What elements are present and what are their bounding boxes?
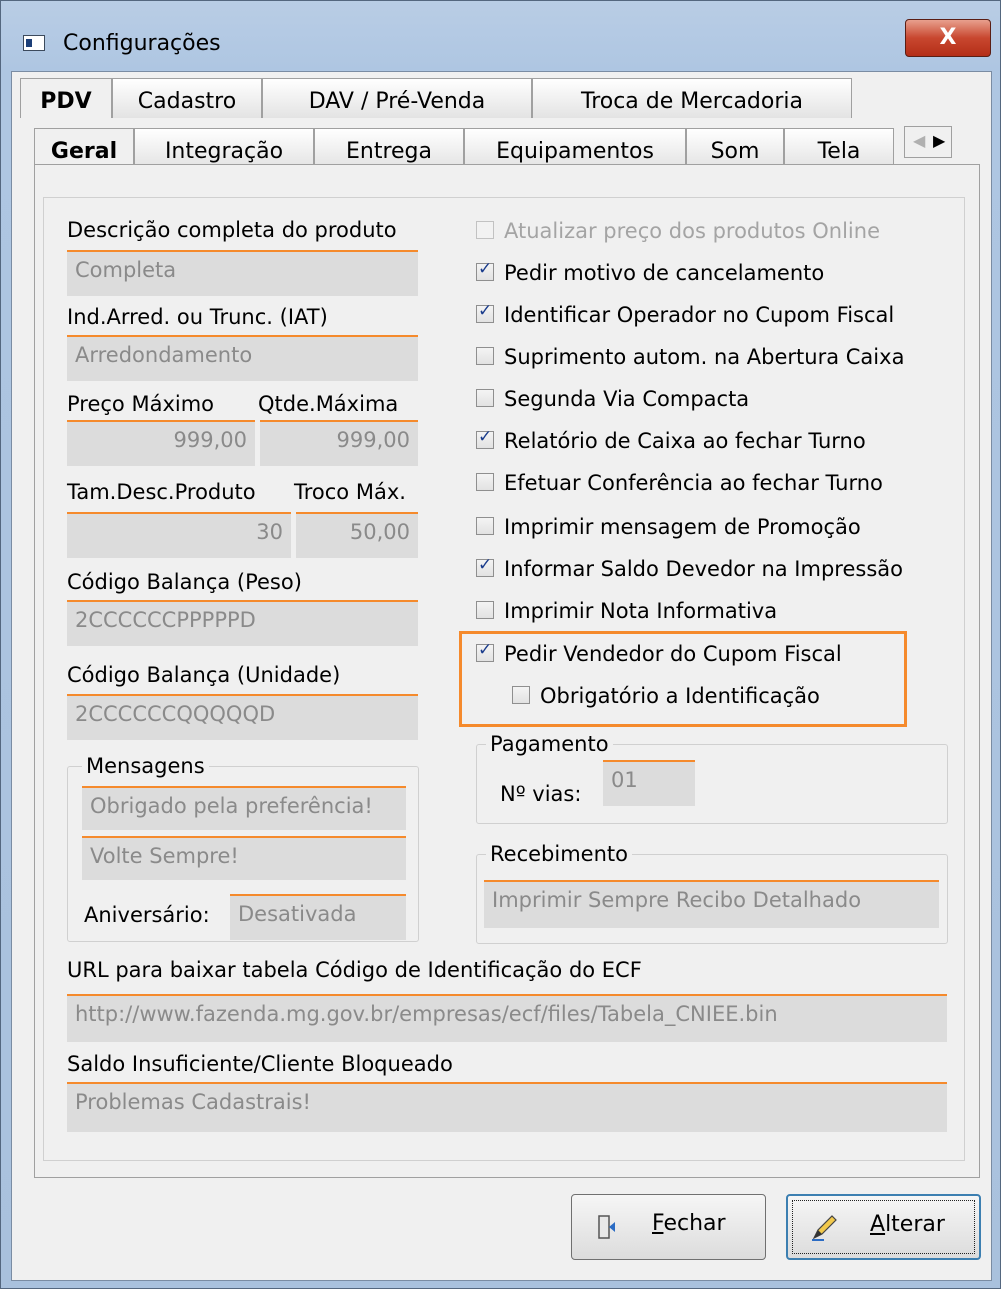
arrow-left-icon[interactable]: ◀ <box>913 131 925 150</box>
troco-max-field[interactable]: 50,00 <box>296 512 418 558</box>
checkbox-imprimir-nota-informativa[interactable]: Imprimir Nota Informativa <box>476 599 777 627</box>
descricao-label: Descrição completa do produto <box>67 218 397 242</box>
qtde-max-label: Qtde.Máxima <box>258 392 399 416</box>
iat-field[interactable]: Arredondamento <box>67 335 418 381</box>
cod-unid-field[interactable]: 2CCCCCCQQQQQD <box>67 694 418 740</box>
tab-scroll-arrows[interactable]: ◀ ▶ <box>904 126 952 158</box>
checkbox-box[interactable] <box>476 473 494 491</box>
checkbox-box[interactable] <box>476 221 494 239</box>
tab-troca-mercadoria[interactable]: Troca de Mercadoria <box>532 78 852 118</box>
url-field[interactable]: http://www.fazenda.mg.gov.br/empresas/ec… <box>67 994 947 1042</box>
checkbox-label: Efetuar Conferência ao fechar Turno <box>504 471 883 495</box>
checkbox-box[interactable] <box>476 555 494 577</box>
pencil-icon <box>812 1215 837 1241</box>
checkbox-label: Segunda Via Compacta <box>504 387 750 411</box>
checkbox-box[interactable] <box>476 517 494 535</box>
tab-tela[interactable]: Tela <box>784 128 894 168</box>
tab-equipamentos[interactable]: Equipamentos <box>464 128 686 168</box>
close-button[interactable]: X <box>905 19 991 57</box>
preco-max-field[interactable]: 999,00 <box>67 420 255 466</box>
checkbox-atualizar-preco-online[interactable]: Atualizar preço dos produtos Online <box>476 219 880 247</box>
tab-integracao[interactable]: Integração <box>134 128 314 168</box>
recebimento-title: Recebimento <box>486 842 632 866</box>
vias-label: Nº vias: <box>500 782 582 806</box>
checkbox-obrigatorio-identificacao[interactable]: Obrigatório a Identificação <box>512 684 820 712</box>
checkbox-label: Informar Saldo Devedor na Impressão <box>504 557 903 581</box>
tab-geral[interactable]: Geral <box>34 128 134 168</box>
checkbox-box[interactable] <box>512 686 530 704</box>
checkbox-label: Obrigatório a Identificação <box>540 684 820 708</box>
checkbox-relatorio-caixa[interactable]: Relatório de Caixa ao fechar Turno <box>476 427 866 457</box>
title-bar: Configurações X <box>1 1 1001 71</box>
fechar-rest: echar <box>663 1211 726 1236</box>
vias-field[interactable]: 01 <box>603 760 695 806</box>
saldo-field[interactable]: Problemas Cadastrais! <box>67 1082 947 1132</box>
window-icon <box>23 35 45 51</box>
alterar-button[interactable]: Alterar <box>786 1194 981 1260</box>
qtde-max-field[interactable]: 999,00 <box>260 420 418 466</box>
cod-peso-label: Código Balança (Peso) <box>67 570 302 594</box>
alterar-mnemonic: A <box>870 1212 886 1237</box>
mensagens-title: Mensagens <box>82 754 209 778</box>
window-title: Configurações <box>63 31 221 56</box>
iat-label: Ind.Arred. ou Trunc. (IAT) <box>67 305 328 329</box>
checkbox-label: Suprimento autom. na Abertura Caixa <box>504 345 905 369</box>
alterar-label: Alterar <box>870 1212 945 1237</box>
cod-unid-label: Código Balança (Unidade) <box>67 663 341 687</box>
tam-desc-field[interactable]: 30 <box>67 512 291 558</box>
checkbox-label: Identificar Operador no Cupom Fiscal <box>504 303 895 327</box>
checkbox-suprimento-automatico[interactable]: Suprimento autom. na Abertura Caixa <box>476 345 904 373</box>
aniversario-field[interactable]: Desativada <box>230 894 406 940</box>
descricao-field[interactable]: Completa <box>67 250 418 296</box>
checkbox-label: Pedir Vendedor do Cupom Fiscal <box>504 642 842 666</box>
checkbox-label: Relatório de Caixa ao fechar Turno <box>504 429 866 453</box>
cod-peso-field[interactable]: 2CCCCCCPPPPPD <box>67 600 418 646</box>
checkbox-identificar-operador[interactable]: Identificar Operador no Cupom Fiscal <box>476 301 895 331</box>
checkbox-label: Imprimir mensagem de Promoção <box>504 515 861 539</box>
checkbox-box[interactable] <box>476 389 494 407</box>
checkbox-pedir-vendedor[interactable]: Pedir Vendedor do Cupom Fiscal <box>476 640 842 670</box>
arrow-right-icon[interactable]: ▶ <box>933 131 945 150</box>
checkbox-label: Atualizar preço dos produtos Online <box>504 219 880 243</box>
fechar-label: Fechar <box>652 1211 726 1236</box>
checkbox-box[interactable] <box>476 259 494 281</box>
exit-door-icon <box>598 1215 615 1239</box>
checkbox-pedir-motivo-cancelamento[interactable]: Pedir motivo de cancelamento <box>476 259 825 289</box>
tab-entrega[interactable]: Entrega <box>314 128 464 168</box>
checkbox-segunda-via-compacta[interactable]: Segunda Via Compacta <box>476 387 749 415</box>
fechar-mnemonic: F <box>652 1211 664 1236</box>
checkbox-label: Imprimir Nota Informativa <box>504 599 778 623</box>
mensagem-2-field[interactable]: Volte Sempre! <box>82 836 406 880</box>
checkbox-imprimir-promocao[interactable]: Imprimir mensagem de Promoção <box>476 515 861 543</box>
checkbox-box[interactable] <box>476 347 494 365</box>
alterar-rest: lterar <box>885 1212 945 1237</box>
tab-dav-pre-venda[interactable]: DAV / Pré-Venda <box>262 78 532 118</box>
mensagem-1-field[interactable]: Obrigado pela preferência! <box>82 786 406 830</box>
preco-max-label: Preço Máximo <box>67 392 215 416</box>
checkbox-box[interactable] <box>476 427 494 449</box>
aniversario-label: Aniversário: <box>84 903 210 927</box>
tab-som[interactable]: Som <box>686 128 784 168</box>
tab-pdv[interactable]: PDV <box>20 78 112 118</box>
checkbox-label: Pedir motivo de cancelamento <box>504 261 825 285</box>
tab-cadastro[interactable]: Cadastro <box>112 78 262 118</box>
url-label: URL para baixar tabela Código de Identif… <box>67 958 642 982</box>
checkbox-box[interactable] <box>476 640 494 662</box>
saldo-label: Saldo Insuficiente/Cliente Bloqueado <box>67 1052 453 1076</box>
pagamento-title: Pagamento <box>486 732 613 756</box>
checkbox-informar-saldo-devedor[interactable]: Informar Saldo Devedor na Impressão <box>476 555 903 585</box>
checkbox-box[interactable] <box>476 601 494 619</box>
troco-max-label: Troco Máx. <box>294 480 406 504</box>
tam-desc-label: Tam.Desc.Produto <box>67 480 256 504</box>
recebimento-field[interactable]: Imprimir Sempre Recibo Detalhado <box>484 880 939 928</box>
checkbox-efetuar-conferencia[interactable]: Efetuar Conferência ao fechar Turno <box>476 471 883 499</box>
checkbox-box[interactable] <box>476 301 494 323</box>
fechar-button[interactable]: Fechar <box>571 1194 766 1260</box>
